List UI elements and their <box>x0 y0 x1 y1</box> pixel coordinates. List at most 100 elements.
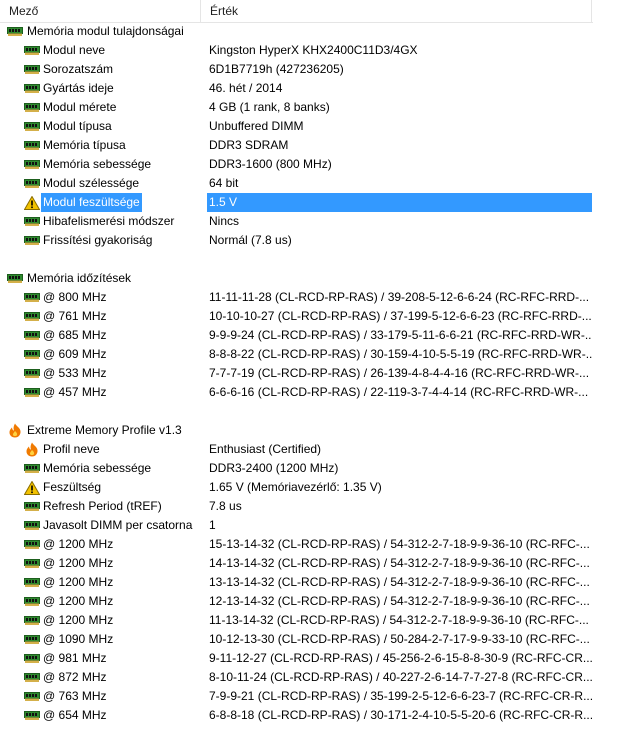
ram-icon <box>24 139 40 152</box>
column-header: Mező Érték <box>0 0 618 23</box>
property-value: 6-6-6-16 (CL-RCD-RP-RAS) / 22-119-3-7-4-… <box>209 385 589 399</box>
ram-icon <box>24 386 40 399</box>
property-value: 15-13-14-32 (CL-RCD-RP-RAS) / 54-312-2-7… <box>209 537 590 551</box>
property-label: Memória típusa <box>43 138 126 152</box>
property-row[interactable]: @ 1200 MHz 13-13-14-32 (CL-RCD-RP-RAS) / … <box>0 573 618 592</box>
ram-icon <box>24 671 40 684</box>
property-row[interactable]: Sorozatszám 6D1B7719h (427236205) <box>0 60 618 79</box>
ram-icon <box>24 234 40 247</box>
ram-icon <box>24 329 40 342</box>
property-value: 8-8-8-22 (CL-RCD-RP-RAS) / 30-159-4-10-5… <box>209 347 592 361</box>
property-row[interactable]: @ 609 MHz 8-8-8-22 (CL-RCD-RP-RAS) / 30-1… <box>0 345 618 364</box>
ram-icon <box>24 500 40 513</box>
property-row[interactable]: @ 872 MHz 8-10-11-24 (CL-RCD-RP-RAS) / 40… <box>0 668 618 687</box>
ram-icon <box>24 348 40 361</box>
section-title: Memória modul tulajdonságai <box>27 24 184 38</box>
ram-icon <box>24 63 40 76</box>
property-value: 11-11-11-28 (CL-RCD-RP-RAS) / 39-208-5-1… <box>209 290 590 304</box>
property-value: DDR3-2400 (1200 MHz) <box>209 461 339 475</box>
property-row[interactable]: Modul neve Kingston HyperX KHX2400C11D3/4… <box>0 41 618 60</box>
property-label: @ 872 MHz <box>43 670 107 684</box>
property-value: Nincs <box>209 214 240 228</box>
property-label: @ 1200 MHz <box>43 537 114 551</box>
property-label: Feszültség <box>43 480 102 494</box>
ram-icon <box>24 101 40 114</box>
property-row[interactable]: @ 981 MHz 9-11-12-27 (CL-RCD-RP-RAS) / 45… <box>0 649 618 668</box>
voltage-warning-icon <box>24 480 40 495</box>
column-header-field[interactable]: Mező <box>0 0 201 22</box>
property-row[interactable]: Modul feszültsége 1.5 V <box>0 193 618 212</box>
ram-icon <box>7 272 23 285</box>
property-row[interactable]: Javasolt DIMM per csatorna 1 <box>0 516 618 535</box>
property-row[interactable]: @ 533 MHz 7-7-7-19 (CL-RCD-RP-RAS) / 26-1… <box>0 364 618 383</box>
property-row[interactable]: Memória sebessége DDR3-1600 (800 MHz) <box>0 155 618 174</box>
property-value: 6-8-8-18 (CL-RCD-RP-RAS) / 30-171-2-4-10… <box>209 708 592 722</box>
property-row[interactable]: @ 761 MHz 10-10-10-27 (CL-RCD-RP-RAS) / 3… <box>0 307 618 326</box>
property-value: 13-13-14-32 (CL-RCD-RP-RAS) / 54-312-2-7… <box>209 575 590 589</box>
property-label: @ 609 MHz <box>43 347 107 361</box>
property-row[interactable]: @ 457 MHz 6-6-6-16 (CL-RCD-RP-RAS) / 22-1… <box>0 383 618 402</box>
ram-icon <box>24 519 40 532</box>
column-header-value[interactable]: Érték <box>201 0 592 22</box>
property-row[interactable]: Frissítési gyakoriság Normál (7.8 us) <box>0 231 618 250</box>
property-value: Normál (7.8 us) <box>209 233 292 247</box>
property-value: 7-9-9-21 (CL-RCD-RP-RAS) / 35-199-2-5-12… <box>209 689 592 703</box>
property-label: Modul mérete <box>43 100 117 114</box>
section-header[interactable]: Extreme Memory Profile v1.3 <box>0 421 618 440</box>
property-row[interactable]: @ 763 MHz 7-9-9-21 (CL-RCD-RP-RAS) / 35-1… <box>0 687 618 706</box>
property-value: 11-13-14-32 (CL-RCD-RP-RAS) / 54-312-2-7… <box>209 613 589 627</box>
property-row[interactable]: Feszültség 1.65 V (Memóriavezérlő: 1.35 V… <box>0 478 618 497</box>
property-value: 64 bit <box>209 176 239 190</box>
property-row[interactable]: Profil neve Enthusiast (Certified) <box>0 440 618 459</box>
ram-icon <box>24 576 40 589</box>
property-label: Frissítési gyakoriság <box>43 233 153 247</box>
property-value: 4 GB (1 rank, 8 banks) <box>209 100 330 114</box>
property-label: Memória sebessége <box>43 157 152 171</box>
property-row[interactable]: Modul szélessége 64 bit <box>0 174 618 193</box>
property-row[interactable]: @ 685 MHz 9-9-9-24 (CL-RCD-RP-RAS) / 33-1… <box>0 326 618 345</box>
property-row[interactable]: Modul típusa Unbuffered DIMM <box>0 117 618 136</box>
ram-icon <box>24 367 40 380</box>
property-row[interactable]: @ 1200 MHz 12-13-14-32 (CL-RCD-RP-RAS) / … <box>0 592 618 611</box>
property-label: @ 981 MHz <box>43 651 107 665</box>
ram-icon <box>24 538 40 551</box>
property-row[interactable]: Gyártás ideje 46. hét / 2014 <box>0 79 618 98</box>
property-row[interactable]: @ 1200 MHz 11-13-14-32 (CL-RCD-RP-RAS) / … <box>0 611 618 630</box>
property-label: @ 763 MHz <box>43 689 107 703</box>
property-value: Unbuffered DIMM <box>209 119 304 133</box>
section-title: Extreme Memory Profile v1.3 <box>27 423 182 437</box>
property-label: Profil neve <box>43 442 100 456</box>
property-value: 9-11-12-27 (CL-RCD-RP-RAS) / 45-256-2-6-… <box>209 651 592 665</box>
property-row[interactable]: Memória típusa DDR3 SDRAM <box>0 136 618 155</box>
ram-icon <box>24 652 40 665</box>
property-value: 1.65 V (Memóriavezérlő: 1.35 V) <box>209 480 382 494</box>
property-row[interactable]: Refresh Period (tREF) 7.8 us <box>0 497 618 516</box>
property-row[interactable]: @ 800 MHz 11-11-11-28 (CL-RCD-RP-RAS) / 3… <box>0 288 618 307</box>
column-header-filler <box>592 0 618 22</box>
ram-icon <box>24 82 40 95</box>
ram-icon <box>24 44 40 57</box>
property-value: 7.8 us <box>209 499 242 513</box>
property-row[interactable]: @ 654 MHz 6-8-8-18 (CL-RCD-RP-RAS) / 30-1… <box>0 706 618 725</box>
property-value: 6D1B7719h (427236205) <box>209 62 344 76</box>
property-row[interactable]: @ 1200 MHz 15-13-14-32 (CL-RCD-RP-RAS) / … <box>0 535 618 554</box>
property-row[interactable]: @ 1090 MHz 10-12-13-30 (CL-RCD-RP-RAS) / … <box>0 630 618 649</box>
xmp-flame-icon <box>7 423 23 438</box>
property-value: DDR3-1600 (800 MHz) <box>209 157 332 171</box>
property-value: 1 <box>209 518 216 532</box>
property-row[interactable]: Memória sebessége DDR3-2400 (1200 MHz) <box>0 459 618 478</box>
property-row[interactable]: Hibafelismerési módszer Nincs <box>0 212 618 231</box>
property-value: 14-13-14-32 (CL-RCD-RP-RAS) / 54-312-2-7… <box>209 556 590 570</box>
section-header[interactable]: Memória modul tulajdonságai <box>0 22 618 41</box>
property-label: @ 1090 MHz <box>43 632 114 646</box>
ram-icon <box>24 158 40 171</box>
property-value: 46. hét / 2014 <box>209 81 283 95</box>
property-row[interactable]: Modul mérete 4 GB (1 rank, 8 banks) <box>0 98 618 117</box>
ram-icon <box>24 291 40 304</box>
voltage-warning-icon <box>24 195 40 210</box>
property-label: Hibafelismerési módszer <box>43 214 175 228</box>
property-value: 12-13-14-32 (CL-RCD-RP-RAS) / 54-312-2-7… <box>209 594 590 608</box>
section-header[interactable]: Memória időzítések <box>0 269 618 288</box>
property-row[interactable]: @ 1200 MHz 14-13-14-32 (CL-RCD-RP-RAS) / … <box>0 554 618 573</box>
